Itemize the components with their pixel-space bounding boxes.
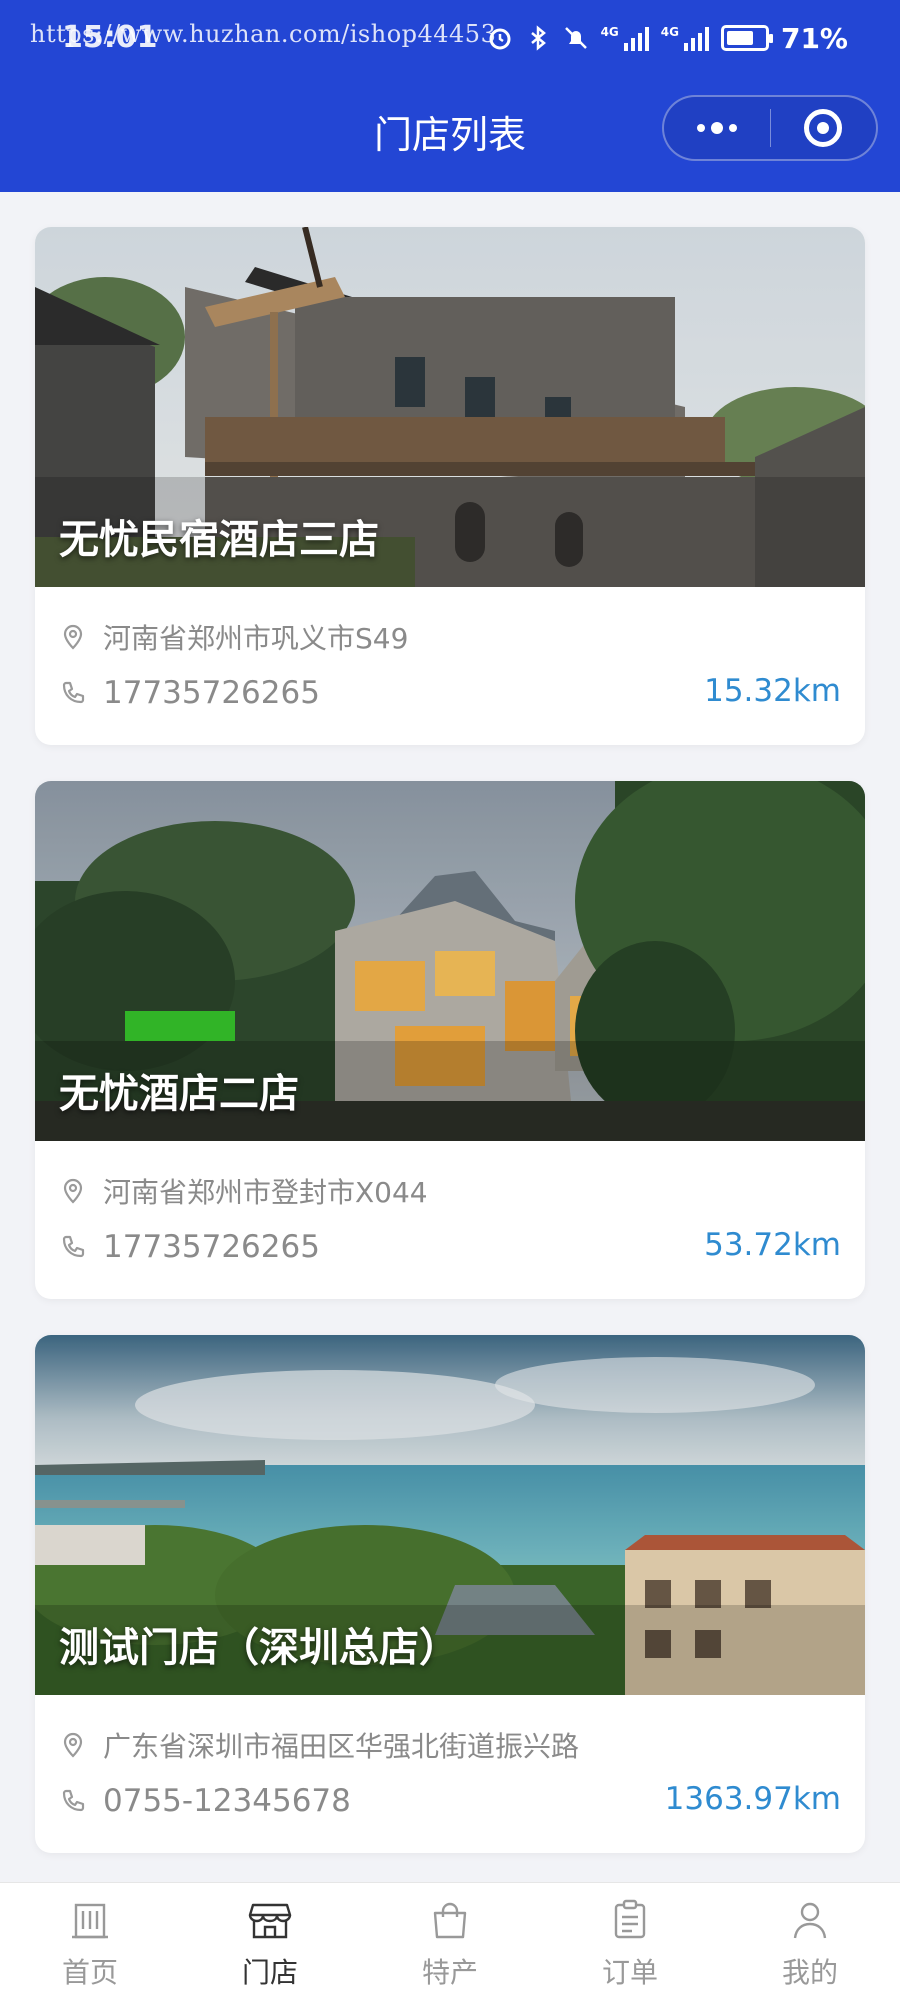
store-phone-row[interactable]: 0755-12345678 xyxy=(59,1783,351,1819)
tab-mine[interactable]: 我的 xyxy=(720,1883,900,2000)
phone-icon xyxy=(62,1235,85,1258)
store-distance: 53.72km xyxy=(704,1227,841,1263)
store-card[interactable]: 无忧酒店二店 河南省郑州市登封市X044 17735726265 53.72km xyxy=(35,781,865,1299)
tab-label: 特产 xyxy=(421,1956,478,1989)
more-dots-icon xyxy=(696,122,737,134)
tab-label: 首页 xyxy=(61,1956,118,1989)
tab-specialties[interactable]: 特产 xyxy=(360,1883,540,2000)
alarm-icon xyxy=(489,28,511,50)
phone-icon xyxy=(62,1789,85,1812)
user-icon xyxy=(793,1902,827,1939)
store-address-row: 河南省郑州市登封市X044 xyxy=(59,1171,428,1211)
battery-icon xyxy=(720,25,773,51)
store-address-row: 广东省深圳市福田区华强北街道振兴路 xyxy=(59,1725,579,1765)
store-address: 河南省郑州市巩义市S49 xyxy=(103,622,409,655)
tab-label: 门店 xyxy=(241,1956,298,1989)
store-info: 广东省深圳市福田区华强北街道振兴路 0755-12345678 1363.97k… xyxy=(35,1695,865,1853)
store-info: 河南省郑州市巩义市S49 17735726265 15.32km xyxy=(35,587,865,745)
store-name: 无忧民宿酒店三店 xyxy=(59,517,379,563)
store-icon xyxy=(248,1903,292,1939)
signal-4g-icon-2: 4G xyxy=(661,25,709,51)
more-button[interactable] xyxy=(664,97,770,159)
tab-stores[interactable]: 门店 xyxy=(180,1883,360,2000)
location-pin-icon xyxy=(63,1732,83,1758)
store-card[interactable]: 测试门店（深圳总店） 广东省深圳市福田区华强北街道振兴路 0755-123456… xyxy=(35,1335,865,1853)
battery-percent: 71% xyxy=(780,21,848,55)
store-list: 无忧民宿酒店三店 河南省郑州市巩义市S49 17735726265 15.32k… xyxy=(35,227,865,1889)
store-phone-row[interactable]: 17735726265 xyxy=(59,675,320,711)
store-phone: 0755-12345678 xyxy=(103,1783,351,1819)
store-name: 无忧酒店二店 xyxy=(59,1071,299,1117)
store-phone: 17735726265 xyxy=(103,675,320,711)
store-card[interactable]: 无忧民宿酒店三店 河南省郑州市巩义市S49 17735726265 15.32k… xyxy=(35,227,865,745)
tab-label: 订单 xyxy=(601,1956,658,1989)
store-address-row: 河南省郑州市巩义市S49 xyxy=(59,617,408,657)
store-info: 河南省郑州市登封市X044 17735726265 53.72km xyxy=(35,1141,865,1299)
shopping-bag-icon xyxy=(433,1902,467,1939)
store-distance: 15.32km xyxy=(704,673,841,709)
tab-label: 我的 xyxy=(781,1956,838,1989)
home-building-icon xyxy=(72,1903,108,1939)
mini-program-capsule xyxy=(662,95,878,161)
store-photo: 无忧民宿酒店三店 xyxy=(35,227,865,587)
store-phone-row[interactable]: 17735726265 xyxy=(59,1229,320,1265)
target-close-icon xyxy=(804,109,843,147)
store-photo: 测试门店（深圳总店） xyxy=(35,1335,865,1695)
tab-orders[interactable]: 订单 xyxy=(540,1883,720,2000)
location-pin-icon xyxy=(63,1178,83,1204)
clipboard-icon xyxy=(614,1899,646,1939)
bottom-tab-bar: 首页 门店 特产 订单 我的 xyxy=(0,1882,900,2000)
store-distance: 1363.97km xyxy=(664,1781,841,1817)
close-mini-program-button[interactable] xyxy=(771,97,877,159)
status-bar: 15:01 https://www.huzhan.com/ishop44453 … xyxy=(0,0,900,78)
top-bar: 15:01 https://www.huzhan.com/ishop44453 … xyxy=(0,0,900,192)
store-name: 测试门店（深圳总店） xyxy=(59,1625,459,1671)
store-address: 河南省郑州市登封市X044 xyxy=(103,1176,428,1209)
status-icons: 4G 4G 71% xyxy=(487,18,848,58)
bluetooth-icon xyxy=(530,25,546,51)
signal-4g-icon: 4G xyxy=(601,25,649,51)
store-photo: 无忧酒店二店 xyxy=(35,781,865,1141)
tab-home[interactable]: 首页 xyxy=(0,1883,180,2000)
mute-bell-icon xyxy=(564,27,587,49)
watermark-text: https://www.huzhan.com/ishop44453 xyxy=(30,20,497,48)
phone-icon xyxy=(62,681,85,704)
store-phone: 17735726265 xyxy=(103,1229,320,1265)
location-pin-icon xyxy=(63,624,83,650)
store-address: 广东省深圳市福田区华强北街道振兴路 xyxy=(103,1730,580,1763)
